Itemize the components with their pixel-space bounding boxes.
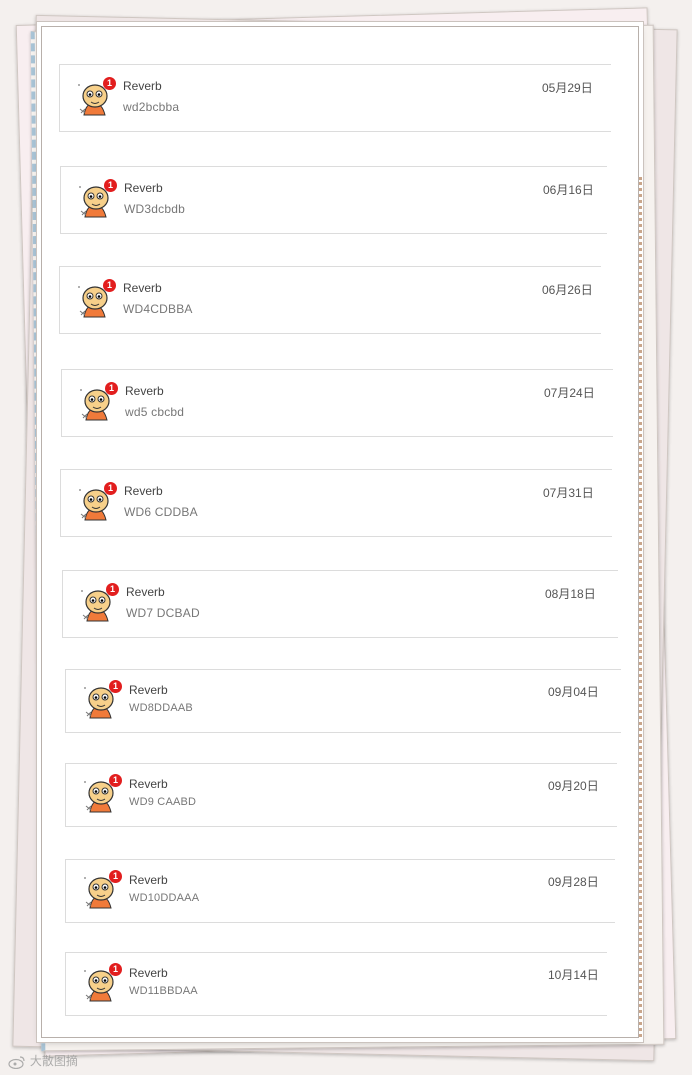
sender-name: Reverb (123, 79, 162, 93)
message-preview: wd5 cbcbd (125, 405, 185, 419)
message-item[interactable]: 1 Reverb WD4CDBBA 06月26日 (59, 266, 601, 334)
avatar: 1 (82, 774, 122, 814)
message-item[interactable]: 1 Reverb WD8DDAAB 09月04日 (65, 669, 621, 733)
message-preview: wd2bcbba (123, 100, 180, 114)
message-list-frame: 1 Reverb wd2bcbba 05月29日 1 Reverb WD3dcb… (41, 26, 642, 1038)
message-preview: WD7 DCBAD (126, 606, 200, 620)
watermark-text: 大散图摘 (29, 1054, 78, 1068)
message-preview: WD8DDAAB (129, 702, 193, 714)
avatar: 1 (77, 482, 117, 522)
unread-badge: 1 (103, 279, 116, 292)
sender-name: Reverb (124, 484, 163, 498)
message-item[interactable]: 1 Reverb wd2bcbba 05月29日 (59, 64, 611, 132)
sender-name: Reverb (124, 181, 163, 195)
message-date: 09月04日 (548, 685, 599, 699)
avatar: 1 (82, 870, 122, 910)
message-preview: WD11BBDAA (129, 985, 198, 997)
avatar: 1 (78, 382, 118, 422)
message-item[interactable]: 1 Reverb WD6 CDDBA 07月31日 (60, 469, 612, 537)
unread-badge: 1 (109, 963, 122, 976)
message-preview: WD10DDAAA (129, 892, 200, 904)
sender-name: Reverb (129, 683, 168, 697)
message-date: 06月26日 (542, 283, 593, 297)
unread-badge: 1 (109, 870, 122, 883)
watermark: 大散图摘 (8, 1052, 78, 1069)
unread-badge: 1 (109, 774, 122, 787)
avatar: 1 (79, 583, 119, 623)
message-preview: WD3dcbdb (124, 202, 185, 216)
message-preview: WD9 CAABD (129, 796, 197, 808)
unread-badge: 1 (106, 583, 119, 596)
sender-name: Reverb (129, 873, 168, 887)
message-preview: WD4CDBBA (123, 302, 193, 316)
message-date: 06月16日 (543, 183, 594, 197)
message-date: 08月18日 (545, 587, 596, 601)
message-date: 07月31日 (543, 486, 594, 500)
avatar: 1 (76, 279, 116, 319)
weibo-icon (8, 1055, 25, 1069)
message-item[interactable]: 1 Reverb WD9 CAABD 09月20日 (65, 763, 617, 827)
sender-name: Reverb (129, 777, 168, 791)
message-item[interactable]: 1 Reverb WD3dcbdb 06月16日 (60, 166, 607, 234)
unread-badge: 1 (109, 680, 122, 693)
avatar: 1 (82, 963, 122, 1003)
avatar: 1 (77, 179, 117, 219)
unread-badge: 1 (104, 179, 117, 192)
message-date: 09月20日 (548, 779, 599, 793)
message-date: 09月28日 (548, 875, 599, 889)
sender-name: Reverb (126, 585, 165, 599)
message-item[interactable]: 1 Reverb WD10DDAAA 09月28日 (65, 859, 615, 923)
sender-name: Reverb (123, 281, 162, 295)
unread-badge: 1 (104, 482, 117, 495)
message-date: 05月29日 (542, 81, 593, 95)
message-item[interactable]: 1 Reverb WD11BBDAA 10月14日 (65, 952, 607, 1016)
message-item[interactable]: 1 Reverb WD7 DCBAD 08月18日 (62, 570, 618, 638)
message-preview: WD6 CDDBA (124, 505, 198, 519)
avatar: 1 (76, 77, 116, 117)
message-date: 07月24日 (544, 386, 595, 400)
unread-badge: 1 (103, 77, 116, 90)
message-date: 10月14日 (548, 968, 599, 982)
message-item[interactable]: 1 Reverb wd5 cbcbd 07月24日 (61, 369, 613, 437)
sender-name: Reverb (125, 384, 164, 398)
avatar: 1 (82, 680, 122, 720)
sender-name: Reverb (129, 966, 168, 980)
unread-badge: 1 (105, 382, 118, 395)
